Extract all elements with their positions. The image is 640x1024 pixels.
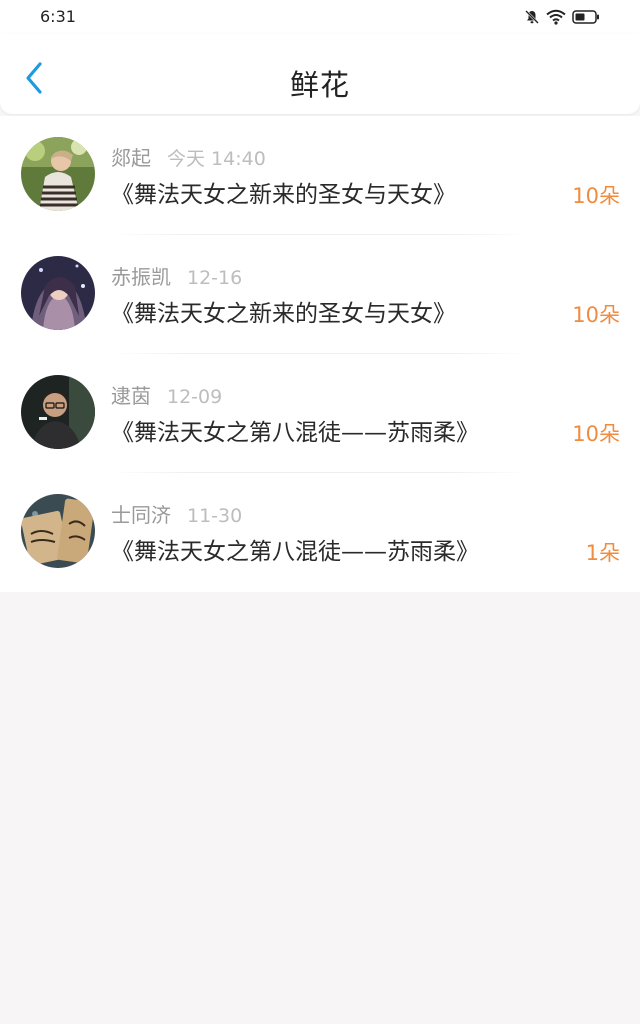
avatar[interactable]: [21, 137, 95, 211]
sender-line: 郯起 今天 14:40: [111, 142, 266, 171]
flower-amount: 10朵: [572, 303, 620, 327]
send-time: 今天 14:40: [167, 148, 266, 170]
book-title: 《舞法天女之新来的圣女与天女》: [111, 301, 456, 327]
avatar[interactable]: [21, 256, 95, 330]
sender-line: 逮茵 12-09: [111, 380, 222, 409]
wifi-icon: [546, 9, 566, 25]
book-title: 《舞法天女之第八混徒——苏雨柔》: [111, 420, 479, 446]
flower-amount: 10朵: [572, 184, 620, 208]
header: 鲜花: [0, 34, 640, 114]
send-time: 12-09: [167, 386, 223, 408]
book-title: 《舞法天女之第八混徒——苏雨柔》: [111, 539, 479, 565]
page-title: 鲜花: [289, 68, 350, 102]
list-item[interactable]: 逮茵 12-09 《舞法天女之第八混徒——苏雨柔》 10朵: [0, 354, 640, 473]
avatar[interactable]: [21, 375, 95, 449]
flower-amount: 10朵: [572, 422, 620, 446]
sender-line: 士同济 11-30: [111, 499, 242, 528]
flower-amount: 1朵: [585, 541, 620, 565]
sender-name: 逮茵: [111, 384, 151, 408]
list-item[interactable]: 士同济 11-30 《舞法天女之第八混徒——苏雨柔》 1朵: [0, 473, 640, 592]
flower-record-list: 郯起 今天 14:40 《舞法天女之新来的圣女与天女》 10朵 赤振凯 12-16 …: [0, 116, 640, 592]
book-title: 《舞法天女之新来的圣女与天女》: [111, 182, 456, 208]
sender-line: 赤振凯 12-16: [111, 261, 242, 290]
send-time: 11-30: [187, 505, 243, 527]
list-item[interactable]: 赤振凯 12-16 《舞法天女之新来的圣女与天女》 10朵: [0, 235, 640, 354]
sender-name: 士同济: [111, 503, 171, 527]
sender-name: 郯起: [111, 146, 151, 170]
status-bar: 6:31: [0, 0, 640, 34]
status-time: 6:31: [40, 7, 76, 26]
bell-muted-icon: [524, 9, 540, 25]
sender-name: 赤振凯: [111, 265, 171, 289]
battery-icon: [572, 10, 600, 24]
send-time: 12-16: [187, 267, 243, 289]
status-icons: [524, 8, 600, 26]
list-item[interactable]: 郯起 今天 14:40 《舞法天女之新来的圣女与天女》 10朵: [0, 116, 640, 235]
avatar[interactable]: [21, 494, 95, 568]
